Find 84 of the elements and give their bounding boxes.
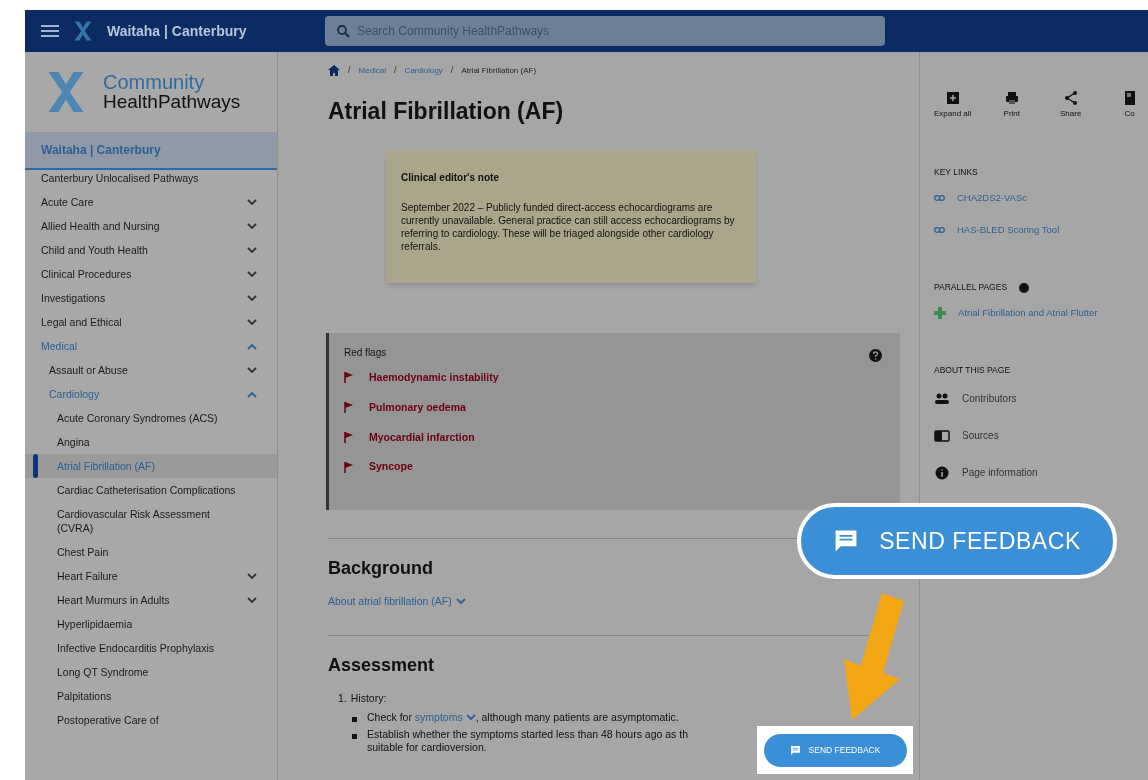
sidebar-item[interactable]: Chest Pain <box>25 540 277 564</box>
chevron-down-icon <box>247 198 257 206</box>
chevron-down-icon <box>247 596 257 604</box>
sidebar-item[interactable]: Cardiac Catheterisation Complications <box>25 478 277 502</box>
sidebar-item[interactable]: Heart Murmurs in Adults <box>25 588 277 612</box>
chevron-down-icon <box>247 222 257 230</box>
info-icon <box>934 465 950 480</box>
sidebar-item[interactable]: Legal and Ethical <box>25 310 277 334</box>
sidebar-item[interactable]: Angina <box>25 430 277 454</box>
chevron-down-icon <box>247 270 257 278</box>
people-icon <box>934 391 950 406</box>
expand-icon <box>944 90 961 106</box>
menu-icon[interactable] <box>41 24 59 38</box>
breadcrumb-separator: / <box>348 64 351 77</box>
chevron-down-icon <box>247 246 257 254</box>
chevron-down-icon <box>247 294 257 302</box>
breadcrumb-separator: / <box>394 64 397 77</box>
panel-heading: KEY LINKS <box>934 166 979 179</box>
print-icon <box>1003 90 1020 106</box>
home-icon[interactable] <box>328 65 340 77</box>
bullet-text: suitable for cardioversion. <box>367 740 488 754</box>
step-label: History: <box>350 690 387 706</box>
sidebar-item[interactable]: Allied Health and Nursing <box>25 214 277 238</box>
warning-link[interactable]: Myocardial infarction <box>369 429 475 446</box>
section-heading: Assessment <box>328 653 436 677</box>
sidebar-item[interactable]: Assault or Abuse <box>25 358 277 382</box>
note-text: September 2022 – Publicly funded direct-access echocardiograms are currently unavailable. General practice can still access echocardiograms by referring to cardiology. These will be triaged alongside other cardiology referrals. <box>401 201 736 253</box>
sources-icon <box>934 428 950 443</box>
chevron-down-icon <box>247 366 257 374</box>
flag-icon <box>344 461 353 473</box>
warning-link[interactable]: Haemodynamic instability <box>369 370 499 386</box>
section-heading: Background <box>328 557 434 580</box>
bullet-icon <box>352 716 357 722</box>
bullet-text: Establish whether the symptoms started less than 48 hours ago as th <box>367 727 688 741</box>
sidebar-item[interactable]: Cardiovascular Risk Assessment (CVRA) <box>25 502 277 540</box>
sidebar-item[interactable]: Postoperative Care of <box>25 708 277 732</box>
about-item[interactable]: Sources <box>934 428 1148 443</box>
message-icon <box>789 744 801 756</box>
sidebar-item[interactable]: Palpitations <box>25 684 277 708</box>
sidebar-item[interactable]: Hyperlipidaemia <box>25 612 277 636</box>
panel-heading: ABOUT THIS PAGE <box>934 364 1012 377</box>
page-title: Atrial Fibrillation (AF) <box>328 96 565 126</box>
link-icon <box>934 194 945 201</box>
chevron-down-icon <box>465 714 476 722</box>
panel-heading: PARALLEL PAGES <box>934 281 1008 294</box>
toolbar-button[interactable]: Share <box>1052 90 1090 120</box>
about-item[interactable]: Page information <box>934 465 1148 480</box>
selected-indicator <box>33 454 38 478</box>
flag-icon <box>344 372 353 384</box>
sidebar-item[interactable]: Acute Coronary Syndromes (ACS) <box>25 406 277 430</box>
cross-icon <box>934 307 946 320</box>
sidebar-item[interactable]: Long QT Syndrome <box>25 660 277 684</box>
toolbar-button[interactable]: Print <box>993 90 1031 120</box>
panel-heading: Red flags <box>344 346 387 360</box>
note-heading: Clinical editor's note <box>401 171 500 185</box>
chevron-up-icon <box>247 390 257 398</box>
chevron-down-icon <box>455 598 466 606</box>
link-icon <box>934 227 945 234</box>
bullet-icon <box>352 733 357 739</box>
share-icon <box>1062 90 1079 106</box>
chevron-up-icon <box>247 342 257 350</box>
flag-icon <box>344 402 353 414</box>
search-icon <box>337 25 350 38</box>
region-title: Waitaha | Canterbury <box>107 21 247 41</box>
breadcrumb-separator: / <box>450 64 454 77</box>
brand-name: HealthPathways <box>103 92 241 112</box>
flag-icon <box>344 431 353 443</box>
chevron-down-icon <box>247 572 257 580</box>
warning-link[interactable]: Pulmonary oedema <box>369 399 466 416</box>
sidebar-item[interactable]: Investigations <box>25 286 277 310</box>
bullet-text: Check for symptoms , although many patients are asymptomatic. <box>367 710 679 724</box>
sidebar-item[interactable]: Heart Failure <box>25 564 277 588</box>
breadcrumb-current: Atrial Fibrillation (AF) <box>461 64 537 77</box>
sidebar-item[interactable]: Acute Care <box>25 190 277 214</box>
chevron-down-icon <box>247 318 257 326</box>
step-number: 1. <box>338 690 347 706</box>
sidebar-item[interactable]: Infective Endocarditis Prophylaxis <box>25 636 277 660</box>
sidebar-item[interactable]: Clinical Procedures <box>25 262 277 286</box>
toolbar-button[interactable]: Co <box>1111 90 1148 120</box>
warning-link[interactable]: Syncope <box>369 459 413 475</box>
about-item[interactable]: Contributors <box>934 391 1148 406</box>
brand-name: Community <box>103 72 206 92</box>
toolbar-button[interactable]: Expand all <box>934 90 972 120</box>
sidebar-item[interactable]: Child and Youth Health <box>25 238 277 262</box>
